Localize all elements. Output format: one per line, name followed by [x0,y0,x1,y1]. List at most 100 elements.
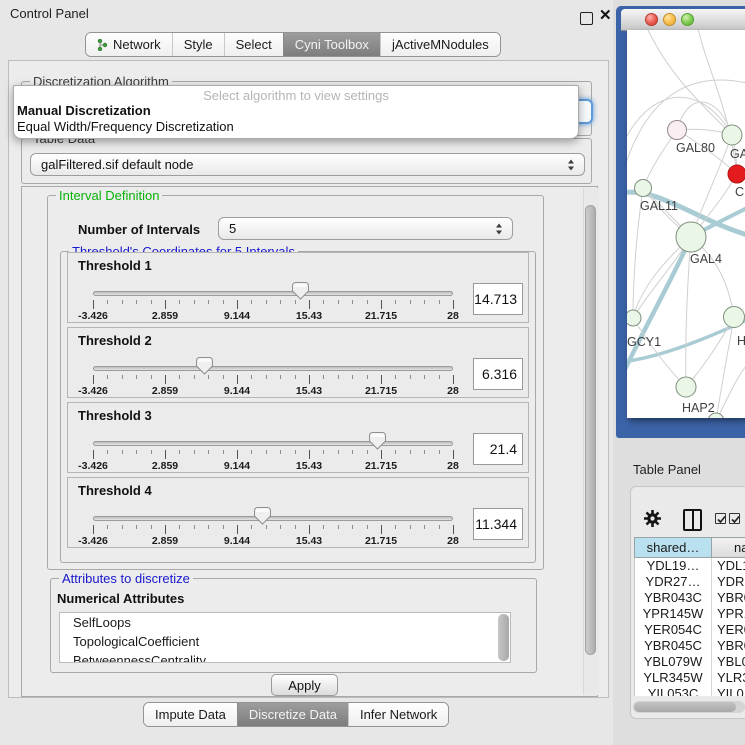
tab-jactivemnodules[interactable]: jActiveMNodules [380,33,500,56]
slider-track[interactable] [93,441,453,446]
algorithm-option[interactable]: Manual Discretization [14,103,578,119]
table-data-combobox[interactable]: galFiltered.sif default node [30,153,585,176]
table-row[interactable]: YDL19…YDL1 [635,558,745,574]
cell-shared-name: YBR043C [635,590,712,606]
slider-tick [151,300,152,304]
network-node-ga[interactable] [722,125,742,145]
num-intervals-value: 5 [229,221,236,236]
tab-label: Network [113,37,161,52]
tab-cyni-toolbox[interactable]: Cyni Toolbox [283,33,380,56]
network-window-titlebar[interactable] [621,9,745,31]
network-canvas[interactable]: GAL80GACGAL11GAL4GCY1HHAP2 [627,30,745,418]
attribute-list-item[interactable]: BetweennessCentrality [60,651,510,663]
threshold-value-field[interactable]: 21.4 [473,433,523,465]
slider-tick [266,300,267,304]
tab-infer-network[interactable]: Infer Network [348,703,448,726]
network-node-gcy1[interactable] [627,310,641,326]
network-node-hap2[interactable] [676,377,696,397]
slider-tick [338,375,339,379]
slider-tick-label: 15.43 [296,385,322,397]
slider-track[interactable] [93,366,453,371]
slider-tick [179,525,180,529]
slider-tick [323,450,324,454]
slider-tick [107,375,108,379]
split-view-icon[interactable] [683,509,702,531]
tab-style[interactable]: Style [172,33,224,56]
slider-tick-label: 9.144 [224,460,250,472]
node-label: GAL80 [676,141,715,155]
slider-tick [223,450,224,454]
attributes-group: Attributes to discretize Numerical Attri… [50,578,537,673]
interval-definition-group: Interval Definition Number of Intervals … [47,195,544,570]
slider-tick [208,525,209,529]
control-panel: Control Panel ✕ NetworkStyleSelectCyni T… [0,0,613,745]
slider-tick [122,450,123,454]
table-row[interactable]: YBR043CYBR0 [635,590,745,606]
network-node-gal80[interactable] [668,121,687,140]
panel-scrollbar-thumb[interactable] [585,205,596,655]
tab-label: Discretize Data [249,707,337,722]
cell-shared-name: YDL19… [635,558,712,574]
table-data-group: Table Data galFiltered.sif default node [21,138,592,184]
slider-tick [251,300,252,304]
checkbox-icon[interactable] [715,513,726,524]
slider-thumb[interactable] [196,357,213,375]
table-row[interactable]: YER054CYER0 [635,622,745,638]
table-row[interactable]: YDR27…YDR2 [635,574,745,590]
table-row[interactable]: YBR045CYBR0 [635,638,745,654]
slider-tick [410,300,411,304]
slider-tick [136,525,137,529]
network-node-h[interactable] [724,307,745,328]
network-node-c[interactable] [728,165,745,183]
threshold-label: Threshold 1 [78,258,152,273]
threshold-value-field[interactable]: 11.344 [473,508,523,540]
slider-tick [208,450,209,454]
list-scrollbar[interactable] [498,614,509,661]
table-row[interactable]: YBL079WYBL0 [635,654,745,670]
minimize-traffic-light[interactable] [663,13,676,26]
network-node-gal4[interactable] [676,222,706,252]
slider-tick [439,375,440,379]
slider-tick [453,375,454,384]
table-row[interactable]: YIL053CYIL0 [635,686,745,696]
slider-track[interactable] [93,516,453,521]
zoom-traffic-light[interactable] [681,13,694,26]
table-row[interactable]: YPR145WYPR1 [635,606,745,622]
tab-label: Style [184,37,213,52]
attribute-list-item[interactable]: SelfLoops [60,613,510,632]
tab-select[interactable]: Select [224,33,283,56]
checkbox-icon[interactable] [729,513,740,524]
close-icon[interactable]: ✕ [599,6,612,24]
apply-button[interactable]: Apply [271,674,338,696]
slider-track[interactable] [93,291,453,296]
numerical-attributes-list[interactable]: SelfLoopsTopologicalCoefficientBetweenne… [59,612,511,663]
cell-name: YBR0 [712,638,745,654]
tab-network[interactable]: Network [86,33,172,56]
slider-tick [439,450,440,454]
slider-tick [237,525,238,534]
threshold-label: Threshold 3 [78,408,152,423]
slider-tick [237,375,238,384]
tab-discretize-data[interactable]: Discretize Data [237,703,348,726]
algorithm-option[interactable]: Equal Width/Frequency Discretization [14,119,578,135]
slider-thumb[interactable] [369,432,386,450]
network-node-gal11[interactable] [635,180,652,197]
slider-tick [352,450,353,454]
tab-impute-data[interactable]: Impute Data [144,703,237,726]
slider-thumb[interactable] [292,282,309,300]
num-intervals-combobox[interactable]: 5 [218,217,513,240]
threshold-value-field[interactable]: 14.713 [473,283,523,315]
gear-icon[interactable] [643,509,662,528]
attribute-list-item[interactable]: TopologicalCoefficient [60,632,510,651]
column-header-name[interactable]: na [712,538,745,557]
cell-name: YBR0 [712,590,745,606]
slider-tick [179,375,180,379]
horizontal-scrollbar-track[interactable] [633,701,745,713]
close-traffic-light[interactable] [645,13,658,26]
slider-thumb[interactable] [254,507,271,525]
float-window-icon[interactable] [580,12,593,25]
horizontal-scrollbar-thumb[interactable] [634,702,736,712]
threshold-value-field[interactable]: 6.316 [473,358,523,390]
table-row[interactable]: YLR345WYLR3 [635,670,745,686]
column-header-shared-name[interactable]: shared… [635,538,712,557]
